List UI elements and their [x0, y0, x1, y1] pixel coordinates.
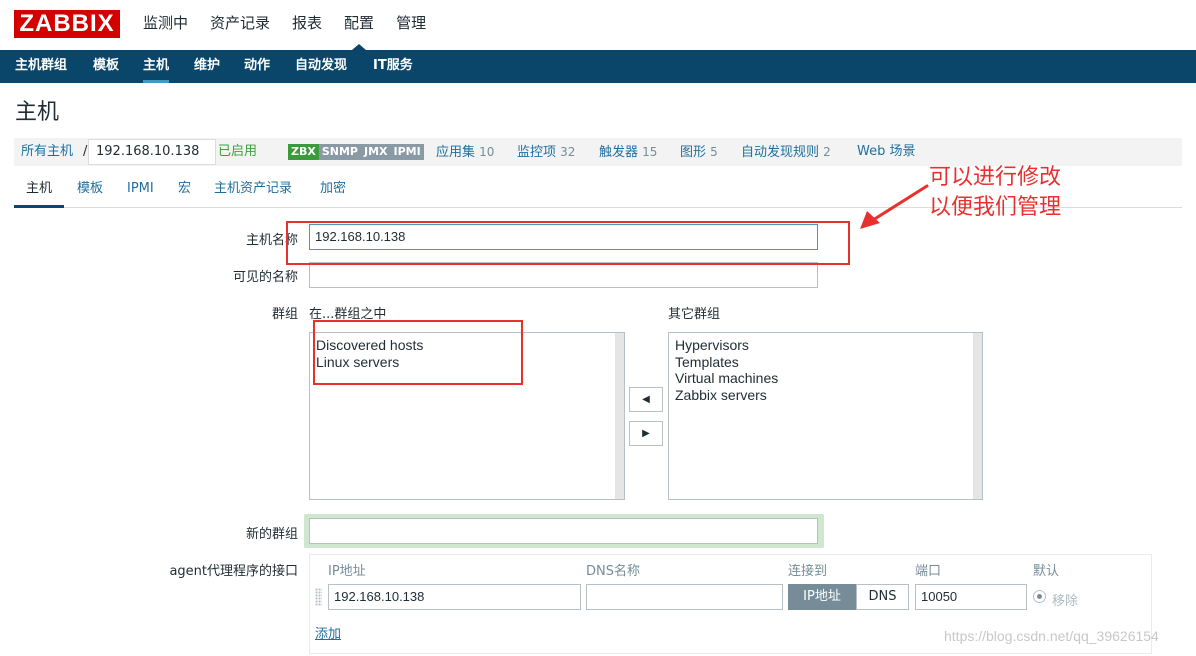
list-item[interactable]: Templates: [669, 354, 982, 371]
link-applications[interactable]: 应用集 10: [436, 138, 494, 167]
iface-header-port: 端口: [915, 564, 942, 579]
top-bar: ZABBIX 监测中 资产记录 报表 配置 管理: [0, 0, 1196, 50]
link-web-scenarios[interactable]: Web 场景: [857, 138, 915, 166]
menu-administration[interactable]: 管理: [396, 0, 426, 50]
breadcrumb-host: 192.168.10.138: [88, 139, 216, 165]
jmx-badge: JMX: [360, 144, 391, 160]
move-left-button[interactable]: ◀: [629, 387, 663, 412]
watermark: https://blog.csdn.net/qq_39626154: [944, 628, 1159, 644]
annotation-line-2: 以便我们管理: [929, 195, 1062, 220]
visible-name-input[interactable]: [309, 262, 818, 288]
link-discovery-rules[interactable]: 自动发现规则 2: [741, 138, 831, 167]
submenu-maintenance[interactable]: 维护: [194, 50, 220, 83]
breadcrumb: 所有主机 / 192.168.10.138 已启用 ZBX SNMP JMX I…: [14, 138, 1182, 166]
agent-interface-label: agent代理程序的接口: [169, 564, 298, 579]
tab-encryption[interactable]: 加密: [320, 174, 346, 208]
submenu-hosts[interactable]: 主机: [143, 50, 170, 83]
tab-host[interactable]: 主机: [14, 174, 65, 208]
tab-templates[interactable]: 模板: [77, 174, 103, 208]
visible-name-label: 可见的名称: [232, 270, 298, 285]
remove-link[interactable]: 移除: [1052, 590, 1078, 609]
connect-dns-button[interactable]: DNS: [856, 584, 909, 610]
iface-dns-input[interactable]: [586, 584, 783, 610]
menu-reports[interactable]: 报表: [292, 0, 322, 50]
groups-label: 群组: [271, 307, 298, 322]
default-radio[interactable]: [1033, 590, 1046, 603]
sub-menu: 主机群组 模板 主机 维护 动作 自动发现 IT服务: [0, 50, 1196, 83]
list-item[interactable]: Virtual machines: [669, 370, 982, 387]
tab-inventory[interactable]: 主机资产记录: [214, 174, 292, 208]
iface-ip-input[interactable]: 192.168.10.138: [328, 584, 581, 610]
ipmi-badge: IPMI: [390, 144, 424, 160]
snmp-badge: SNMP: [318, 144, 361, 160]
submenu-it-services[interactable]: IT服务: [373, 50, 413, 83]
annotation-box-hostname: [286, 221, 850, 265]
other-groups-list[interactable]: Hypervisors Templates Virtual machines Z…: [668, 332, 983, 500]
zabbix-logo[interactable]: ZABBIX: [14, 10, 120, 38]
submenu-discovery[interactable]: 自动发现: [295, 50, 347, 83]
list-item[interactable]: Hypervisors: [669, 337, 982, 354]
annotation-box-groups: [313, 320, 523, 385]
other-groups-label: 其它群组: [668, 307, 721, 322]
submenu-actions[interactable]: 动作: [244, 50, 270, 83]
breadcrumb-all-hosts[interactable]: 所有主机: [21, 138, 73, 166]
submenu-host-groups[interactable]: 主机群组: [15, 50, 67, 83]
link-graphs[interactable]: 图形 5: [680, 138, 718, 167]
scrollbar[interactable]: [973, 333, 982, 499]
annotation-text: 可以进行修改 以便我们管理: [929, 163, 1061, 223]
menu-inventory[interactable]: 资产记录: [210, 0, 270, 50]
menu-monitoring[interactable]: 监测中: [143, 0, 188, 50]
iface-port-input[interactable]: 10050: [915, 584, 1027, 610]
breadcrumb-separator: /: [83, 144, 88, 159]
iface-header-default: 默认: [1033, 564, 1060, 579]
iface-header-connect: 连接到: [788, 564, 828, 579]
tab-ipmi[interactable]: IPMI: [127, 174, 154, 208]
menu-configuration[interactable]: 配置: [344, 0, 374, 50]
add-interface-link[interactable]: 添加: [315, 623, 341, 642]
tab-macros[interactable]: 宏: [178, 174, 191, 208]
submenu-templates[interactable]: 模板: [93, 50, 119, 83]
availability-indicators: ZBX SNMP JMX IPMI: [288, 144, 424, 160]
connect-ip-button[interactable]: IP地址: [788, 584, 856, 610]
link-triggers[interactable]: 触发器 15: [599, 138, 657, 167]
list-item[interactable]: Zabbix servers: [669, 387, 982, 404]
drag-handle-icon[interactable]: [315, 588, 322, 606]
page-title: 主机: [15, 100, 60, 125]
annotation-arrow-icon: [860, 184, 929, 229]
zbx-badge: ZBX: [288, 144, 319, 160]
hostname-label: 主机名称: [245, 233, 298, 248]
iface-header-dns: DNS名称: [586, 564, 640, 579]
scrollbar[interactable]: [615, 333, 624, 499]
new-group-input[interactable]: [309, 518, 818, 544]
annotation-line-1: 可以进行修改: [929, 165, 1062, 190]
main-menu: 监测中 资产记录 报表 配置 管理: [143, 0, 448, 50]
move-right-button[interactable]: ▶: [629, 421, 663, 446]
iface-header-ip: IP地址: [328, 564, 366, 579]
new-group-label: 新的群组: [245, 527, 298, 542]
link-items[interactable]: 监控项 32: [517, 138, 575, 167]
host-enabled-status[interactable]: 已启用: [218, 138, 257, 166]
